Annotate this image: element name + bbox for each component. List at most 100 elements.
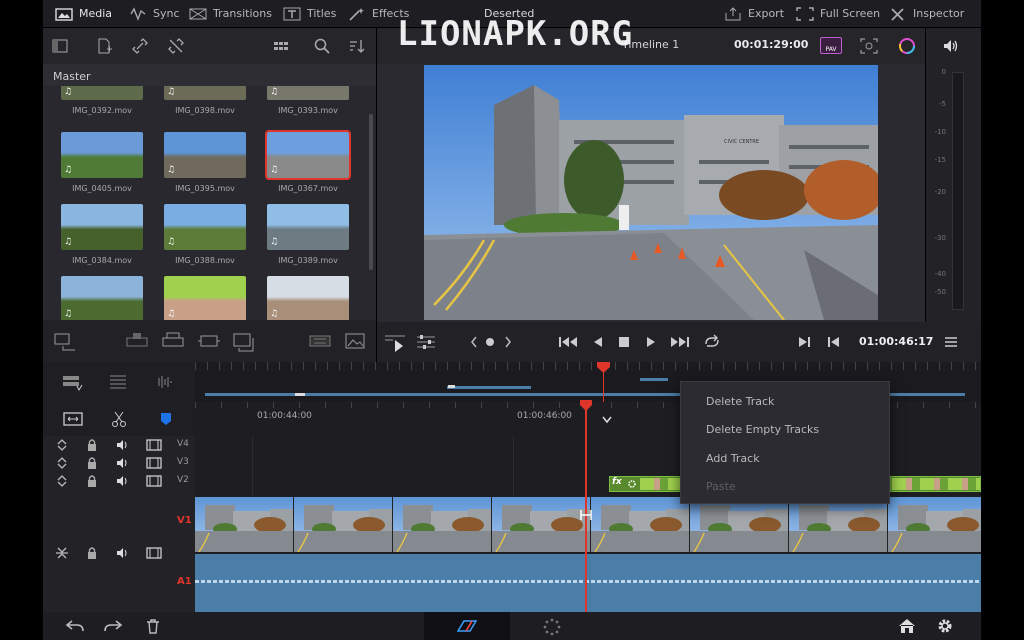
sort-icon[interactable] xyxy=(348,37,366,55)
audio-enable-icon[interactable] xyxy=(116,546,130,560)
smart-insert-icon[interactable] xyxy=(53,330,77,352)
audio-note-icon: ♫ xyxy=(270,87,279,97)
collapse-track-icon[interactable] xyxy=(55,546,69,560)
stop-icon[interactable] xyxy=(617,334,631,350)
viewer-toggle-icon[interactable] xyxy=(343,330,367,352)
loading-icon[interactable] xyxy=(543,618,561,636)
v1-clip[interactable] xyxy=(195,497,981,552)
timeline-options-icon[interactable] xyxy=(61,372,83,392)
clip-thumbnail[interactable]: ♫ xyxy=(61,204,143,250)
close-up-icon[interactable] xyxy=(197,330,221,352)
paste-item[interactable]: Paste xyxy=(706,480,736,493)
overview-playhead-handle[interactable] xyxy=(597,362,610,374)
link-icon[interactable] xyxy=(131,37,149,55)
media-pool-scrollbar[interactable] xyxy=(369,114,373,270)
chevron-down-icon[interactable] xyxy=(602,416,612,424)
jog-dot-icon[interactable] xyxy=(485,337,495,347)
video-enable-icon[interactable] xyxy=(146,456,162,470)
previous-edit-icon[interactable] xyxy=(825,334,841,350)
clip-thumbnail[interactable]: ♫ xyxy=(267,276,349,320)
skip-to-start-icon[interactable] xyxy=(557,334,579,350)
audio-note-icon: ♫ xyxy=(167,87,176,97)
video-enable-icon[interactable] xyxy=(146,438,162,452)
fullscreen-button[interactable]: Full Screen xyxy=(796,0,880,27)
unlink-icon[interactable] xyxy=(167,37,185,55)
audio-enable-icon[interactable] xyxy=(116,456,130,470)
razor-icon[interactable] xyxy=(110,410,128,428)
a1-clip[interactable] xyxy=(195,554,981,612)
menu-icon[interactable] xyxy=(943,334,959,350)
clip-thumbnail[interactable]: ♫ xyxy=(61,86,143,100)
add-track-item[interactable]: Add Track xyxy=(706,452,760,465)
audio-enable-icon[interactable] xyxy=(116,474,130,488)
next-edit-icon[interactable] xyxy=(797,334,813,350)
append-icon[interactable] xyxy=(125,330,149,352)
video-enable-icon[interactable] xyxy=(146,546,162,560)
viewer-badge[interactable]: PAV xyxy=(820,37,842,54)
grid-line xyxy=(252,436,253,496)
ripple-overwrite-icon[interactable] xyxy=(161,330,185,352)
collapse-track-icon[interactable] xyxy=(55,438,69,452)
clip-thumbnail[interactable]: ♫ xyxy=(164,132,246,178)
home-icon[interactable] xyxy=(898,618,916,634)
viewer-frame[interactable]: CIVIC CENTRE xyxy=(424,65,878,320)
cut-page-tab[interactable] xyxy=(424,612,510,640)
lock-icon[interactable] xyxy=(86,438,98,452)
lock-icon[interactable] xyxy=(86,546,98,560)
search-icon[interactable] xyxy=(313,37,331,55)
settings-sliders-icon[interactable] xyxy=(415,332,437,352)
transport-bar: 01:00:46:17 xyxy=(377,322,981,362)
transitions-tab[interactable]: Transitions xyxy=(189,0,272,27)
collapse-track-icon[interactable] xyxy=(55,474,69,488)
marker-icon[interactable] xyxy=(157,410,175,428)
clip-name: IMG_0367.mov xyxy=(278,184,338,193)
track-height-icon[interactable] xyxy=(107,372,129,392)
undo-icon[interactable] xyxy=(65,618,85,634)
lock-icon[interactable] xyxy=(86,456,98,470)
collapse-track-icon[interactable] xyxy=(55,456,69,470)
sync-tab[interactable]: Sync xyxy=(129,0,180,27)
titles-tab[interactable]: Titles xyxy=(283,0,336,27)
clip-name: IMG_0395.mov xyxy=(175,184,235,193)
trash-icon[interactable] xyxy=(145,618,161,634)
gear-icon xyxy=(627,479,637,489)
clip-thumbnail[interactable]: ♫ xyxy=(267,204,349,250)
redo-icon[interactable] xyxy=(103,618,123,634)
skip-to-end-icon[interactable] xyxy=(669,334,691,350)
panel-toggle-icon[interactable] xyxy=(51,37,69,55)
clip-thumbnail[interactable]: ♫ xyxy=(265,130,351,180)
clip-thumbnail[interactable]: ♫ xyxy=(164,276,246,320)
play-reverse-icon[interactable] xyxy=(590,334,604,350)
clip-thumbnail[interactable]: ♫ xyxy=(164,86,246,100)
delete-empty-tracks-item[interactable]: Delete Empty Tracks xyxy=(706,423,819,436)
audio-waveform-icon[interactable] xyxy=(153,372,175,392)
context-menu: Delete Track Delete Empty Tracks Add Tra… xyxy=(680,381,890,504)
inspector-button[interactable]: Inspector xyxy=(889,0,964,27)
clip-thumbnail[interactable]: ♫ xyxy=(61,276,143,320)
safe-area-icon[interactable] xyxy=(859,37,879,55)
playhead-mode-icon[interactable] xyxy=(383,332,409,354)
loop-icon[interactable] xyxy=(702,333,722,351)
jog-right-icon[interactable] xyxy=(503,334,513,350)
grid-view-icon[interactable] xyxy=(272,37,290,55)
delete-track-item[interactable]: Delete Track xyxy=(706,395,774,408)
lock-icon[interactable] xyxy=(86,474,98,488)
clip-thumbnail[interactable]: ♫ xyxy=(164,204,246,250)
clip-thumbnail[interactable]: ♫ xyxy=(267,86,349,100)
clip-name: IMG_0398.mov xyxy=(175,106,235,115)
place-on-top-icon[interactable] xyxy=(231,330,255,352)
snap-icon[interactable] xyxy=(61,410,85,428)
meter-label: -20 xyxy=(934,188,946,196)
import-media-icon[interactable] xyxy=(95,37,113,55)
play-icon[interactable] xyxy=(644,334,658,350)
volume-icon[interactable] xyxy=(942,37,960,55)
export-button[interactable]: Export xyxy=(724,0,784,27)
media-tab[interactable]: Media xyxy=(55,0,112,27)
video-enable-icon[interactable] xyxy=(146,474,162,488)
audio-enable-icon[interactable] xyxy=(116,438,130,452)
jog-left-icon[interactable] xyxy=(469,334,479,350)
source-overwrite-icon[interactable] xyxy=(308,330,332,352)
clip-thumbnail[interactable]: ♫ xyxy=(61,132,143,178)
color-scope-icon[interactable] xyxy=(897,36,917,56)
gear-icon[interactable] xyxy=(936,617,954,635)
